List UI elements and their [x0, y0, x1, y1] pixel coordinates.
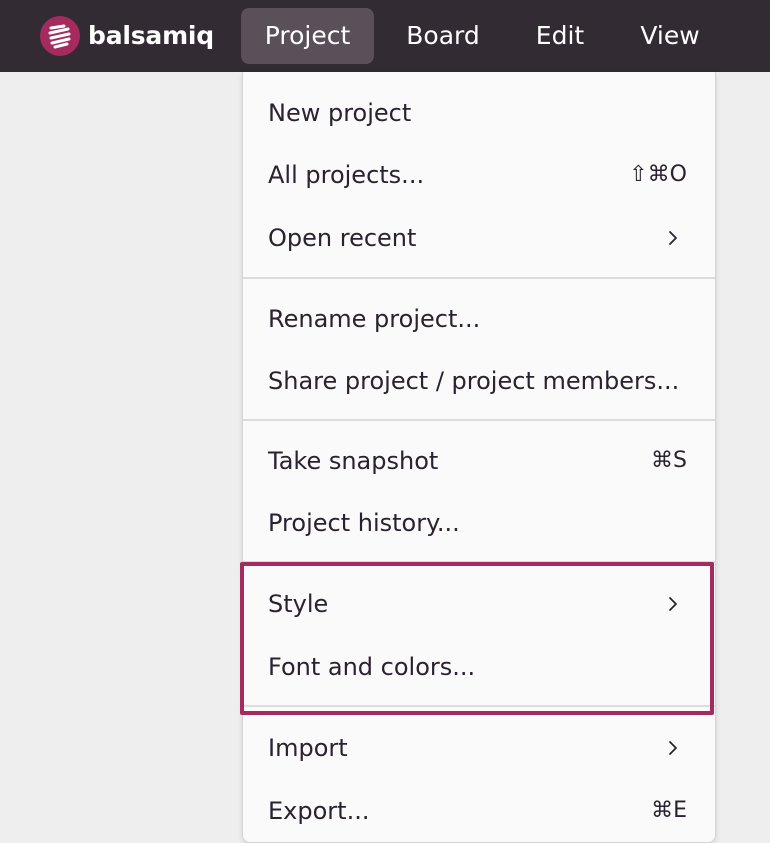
menu-item-label: Open recent [268, 224, 417, 252]
menu-item-label: Import [268, 734, 348, 762]
menu-item-all-projects[interactable]: All projects... ⇧⌘O [243, 144, 715, 206]
shortcut-label: ⇧⌘O [629, 162, 687, 187]
menu-item-rename-project[interactable]: Rename project... [243, 288, 715, 350]
menu-item-new-project[interactable]: New project [243, 82, 715, 144]
menu-item-label: Share project / project members... [268, 367, 680, 395]
menu-item-open-recent[interactable]: Open recent [243, 207, 715, 269]
top-menu-bar: balsamiq Project Board Edit View [0, 0, 770, 72]
menu-item-import[interactable]: Import [243, 717, 715, 779]
app-name: balsamiq [88, 21, 215, 50]
shortcut-label: ⌘E [651, 798, 687, 823]
chevron-right-icon [669, 741, 677, 755]
menu-item-project-history[interactable]: Project history... [243, 492, 715, 554]
shortcut-label: ⌘S [651, 448, 687, 473]
menu-item-label: Export... [268, 797, 370, 825]
menu-item-share-project[interactable]: Share project / project members... [243, 350, 715, 412]
menu-separator [243, 277, 715, 279]
menu-board[interactable]: Board [384, 8, 502, 64]
chevron-right-icon [669, 231, 677, 245]
menu-item-label: Project history... [268, 509, 460, 537]
menu-item-label: All projects... [268, 161, 425, 189]
menu-view[interactable]: View [618, 8, 722, 64]
style-section-highlight-box [240, 562, 714, 715]
menu-item-take-snapshot[interactable]: Take snapshot ⌘S [243, 430, 715, 492]
menu-separator [243, 419, 715, 421]
menu-item-label: Rename project... [268, 305, 481, 333]
balsamiq-logo-icon[interactable] [40, 16, 80, 56]
menu-project[interactable]: Project [241, 8, 374, 64]
project-dropdown-menu: New project All projects... ⇧⌘O Open rec… [242, 72, 716, 843]
menu-item-export[interactable]: Export... ⌘E [243, 780, 715, 842]
menu-item-label: New project [268, 99, 412, 127]
menu-edit[interactable]: Edit [512, 8, 608, 64]
menu-item-label: Take snapshot [268, 447, 439, 475]
